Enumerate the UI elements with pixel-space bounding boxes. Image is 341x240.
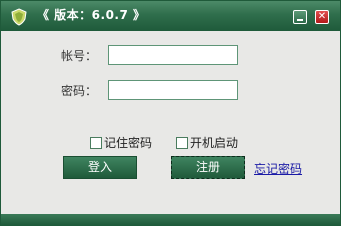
bottom-bar [1,214,340,225]
forgot-password-link[interactable]: 忘记密码 [254,160,302,177]
login-window: 《 版本：6.0.7 》 ✕ 帐号： 密码： 记住密码 开机启动 登入 注册 忘… [0,0,341,226]
autostart-option[interactable]: 开机启动 [176,134,238,151]
autostart-label: 开机启动 [190,136,239,150]
shield-icon [10,8,28,26]
account-label: 帐号： [61,49,98,63]
remember-password-label: 记住密码 [104,136,153,150]
window-title: 《 版本：6.0.7 》 [37,8,146,22]
register-button[interactable]: 注册 [171,156,245,179]
password-input[interactable] [108,80,238,100]
account-input[interactable] [108,45,238,65]
close-button[interactable]: ✕ [315,10,329,24]
minimize-button[interactable] [293,10,307,24]
title-bar[interactable]: 《 版本：6.0.7 》 ✕ [1,1,340,31]
close-icon: ✕ [317,11,327,22]
password-label: 密码： [61,84,98,98]
autostart-checkbox[interactable] [176,136,188,149]
remember-password-option[interactable]: 记住密码 [90,134,152,151]
remember-password-checkbox[interactable] [90,136,102,149]
login-button[interactable]: 登入 [63,156,137,179]
